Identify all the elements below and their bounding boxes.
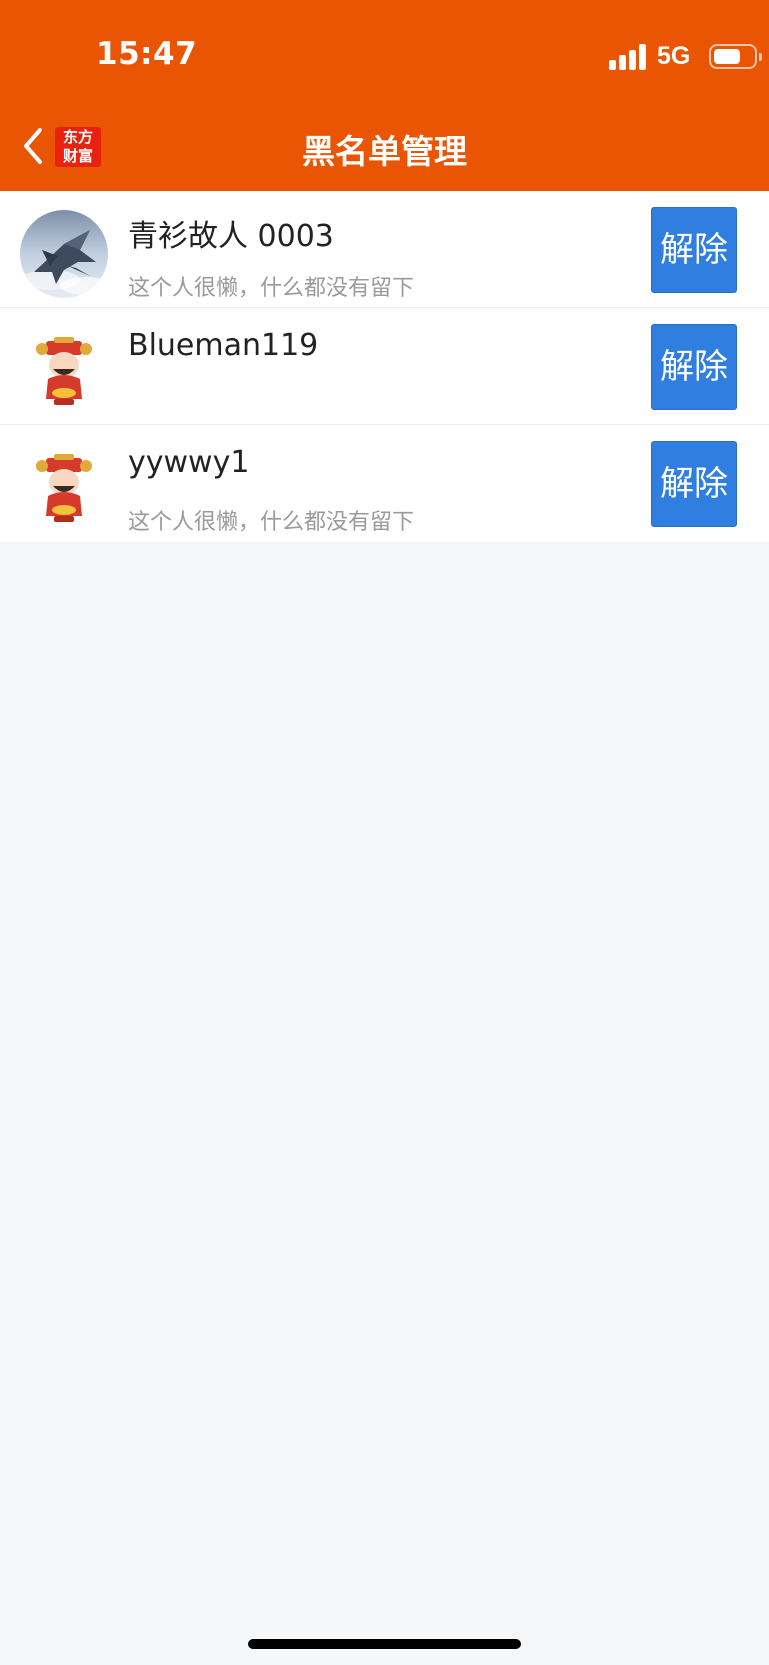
network-type: 5G bbox=[657, 42, 691, 70]
fortune-god-avatar[interactable] bbox=[20, 444, 108, 532]
list-item: yywwy1 这个人很懒，什么都没有留下 解除 bbox=[0, 425, 769, 542]
page-title: 黑名单管理 bbox=[302, 132, 467, 171]
user-bio: 这个人很懒，什么都没有留下 bbox=[128, 276, 415, 301]
list-item: 青衫故人 0003 这个人很懒，什么都没有留下 解除 bbox=[0, 191, 769, 308]
battery-icon bbox=[709, 44, 762, 69]
unblock-button[interactable]: 解除 bbox=[651, 441, 737, 527]
status-time: 15:47 bbox=[96, 36, 198, 72]
blacklist-list: 青衫故人 0003 这个人很懒，什么都没有留下 解除 Blueman119 解除 bbox=[0, 191, 769, 542]
user-name: 青衫故人 0003 bbox=[128, 219, 334, 254]
header-bar: 15:47 5G 东方 财富 黑名单管理 bbox=[0, 0, 769, 191]
unblock-button[interactable]: 解除 bbox=[651, 324, 737, 410]
user-bio: 这个人很懒，什么都没有留下 bbox=[128, 510, 415, 535]
fighter-jet-avatar[interactable] bbox=[20, 210, 108, 298]
home-indicator[interactable] bbox=[248, 1639, 521, 1649]
signal-icon bbox=[609, 44, 649, 70]
user-name: Blueman119 bbox=[128, 328, 319, 363]
list-item: Blueman119 解除 bbox=[0, 308, 769, 425]
user-name: yywwy1 bbox=[128, 445, 250, 480]
unblock-button[interactable]: 解除 bbox=[651, 207, 737, 293]
fortune-god-avatar[interactable] bbox=[20, 327, 108, 415]
